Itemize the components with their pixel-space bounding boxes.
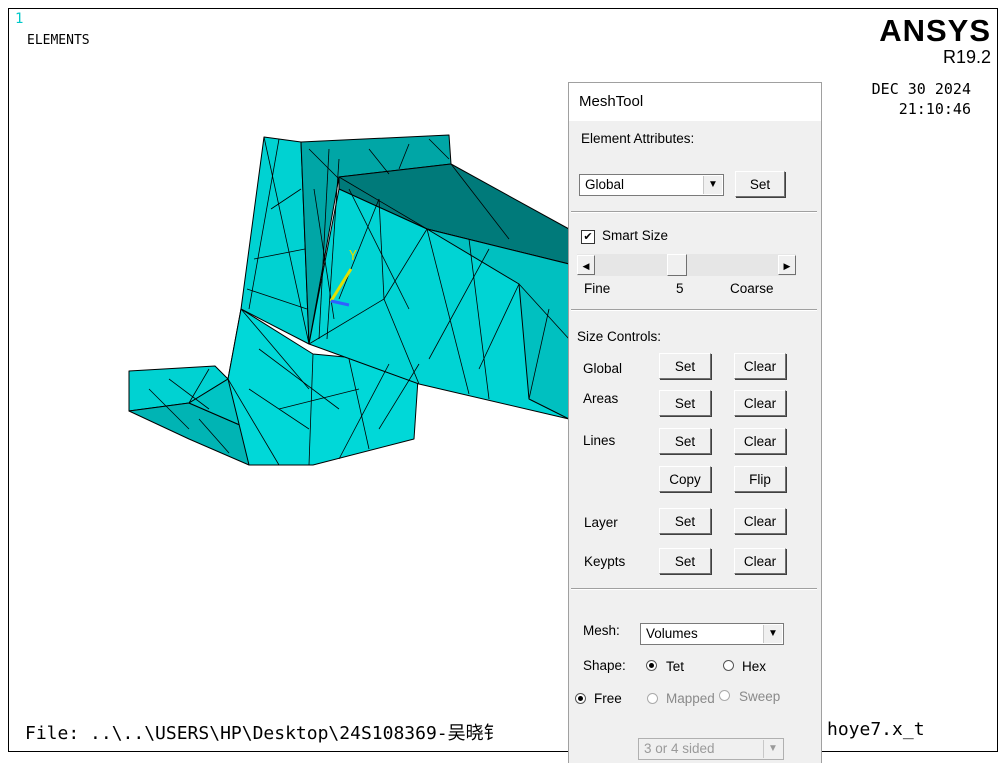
shape-tet-radio[interactable] <box>646 660 657 671</box>
areas-clear-button[interactable]: Clear <box>734 390 786 416</box>
keypts-set-button[interactable]: Set <box>659 548 711 574</box>
mesh-face <box>240 136 310 345</box>
mesher-sweep-label: Sweep <box>739 689 781 704</box>
chevron-down-icon: ▼ <box>763 740 782 758</box>
ansys-version: R19.2 <box>942 47 991 67</box>
mesh-plot <box>128 134 570 466</box>
divider <box>571 309 817 311</box>
element-attributes-set-button[interactable]: Set <box>735 171 785 197</box>
ansys-logo: ANSYS <box>879 13 991 48</box>
sided-select[interactable]: 3 or 4 sided ▼ <box>638 738 784 760</box>
mesher-sweep-radio[interactable] <box>719 690 730 701</box>
lines-set-button[interactable]: Set <box>659 428 711 454</box>
sided-value: 3 or 4 sided <box>644 741 715 756</box>
mesher-mapped-radio[interactable] <box>647 693 658 704</box>
layer-clear-button[interactable]: Clear <box>734 508 786 534</box>
mesher-mapped-label: Mapped <box>666 691 715 706</box>
graphics-viewport[interactable]: 1 ELEMENTS ANSYS R19.2 DEC 30 2024 21:10… <box>8 8 998 752</box>
shape-tet-label: Tet <box>666 659 685 674</box>
chevron-down-icon: ▼ <box>763 625 782 643</box>
window-number: 1 <box>15 11 24 27</box>
check-icon: ✔ <box>583 231 593 243</box>
mesh-entity-value: Volumes <box>646 626 698 641</box>
areas-label: Areas <box>583 391 619 406</box>
divider <box>571 588 817 590</box>
mesh-label: Mesh: <box>583 623 620 638</box>
chevron-down-icon: ▼ <box>703 176 722 194</box>
plot-time: 21:10:46 <box>898 100 971 118</box>
plot-date: DEC 30 2024 <box>871 80 971 98</box>
copy-button[interactable]: Copy <box>659 466 711 492</box>
lines-label: Lines <box>583 433 616 448</box>
slider-thumb[interactable] <box>667 254 687 276</box>
meshtool-panel: MeshTool Element Attributes: Global ▼ Se… <box>568 82 822 763</box>
smart-size-slider[interactable]: ◀ ▶ <box>577 254 796 276</box>
shape-hex-radio[interactable] <box>723 660 734 671</box>
smart-size-checkbox[interactable]: ✔ <box>581 230 595 244</box>
shape-label: Shape: <box>583 658 626 673</box>
layer-set-button[interactable]: Set <box>659 508 711 534</box>
keypts-label: Keypts <box>584 554 626 569</box>
mesher-free-label: Free <box>594 691 622 706</box>
slider-left-arrow-icon[interactable]: ◀ <box>577 255 595 275</box>
keypts-clear-button[interactable]: Clear <box>734 548 786 574</box>
element-attributes-value: Global <box>585 177 625 192</box>
plot-timestamp: DEC 30 2024 21:10:46 <box>872 79 971 119</box>
axis-y-label: Y <box>349 249 357 264</box>
global-set-button[interactable]: Set <box>659 353 711 379</box>
file-path: File: ..\..\USERS\HP\Desktop\24S108369-吴… <box>25 723 502 744</box>
file-path-tail: hoye7.x_t <box>827 719 925 740</box>
slider-fine-label: Fine <box>584 281 611 296</box>
flip-button[interactable]: Flip <box>734 466 786 492</box>
areas-set-button[interactable]: Set <box>659 390 711 416</box>
mesher-free-radio[interactable] <box>575 693 586 704</box>
shape-hex-label: Hex <box>742 659 767 674</box>
meshtool-title: MeshTool <box>579 93 644 110</box>
meshtool-titlebar[interactable]: MeshTool <box>569 83 821 121</box>
slider-right-arrow-icon[interactable]: ▶ <box>778 255 796 275</box>
size-controls-label: Size Controls: <box>577 329 662 344</box>
mesh-entity-select[interactable]: Volumes ▼ <box>640 623 784 645</box>
global-label: Global <box>583 361 623 376</box>
smart-size-label: Smart Size <box>602 228 669 243</box>
divider <box>571 211 817 213</box>
global-clear-button[interactable]: Clear <box>734 353 786 379</box>
element-attributes-select[interactable]: Global ▼ <box>579 174 724 196</box>
slider-value: 5 <box>676 281 684 296</box>
element-attributes-label: Element Attributes: <box>581 131 695 146</box>
plot-label: ELEMENTS <box>27 33 90 48</box>
lines-clear-button[interactable]: Clear <box>734 428 786 454</box>
layer-label: Layer <box>584 515 618 530</box>
slider-coarse-label: Coarse <box>730 281 774 296</box>
